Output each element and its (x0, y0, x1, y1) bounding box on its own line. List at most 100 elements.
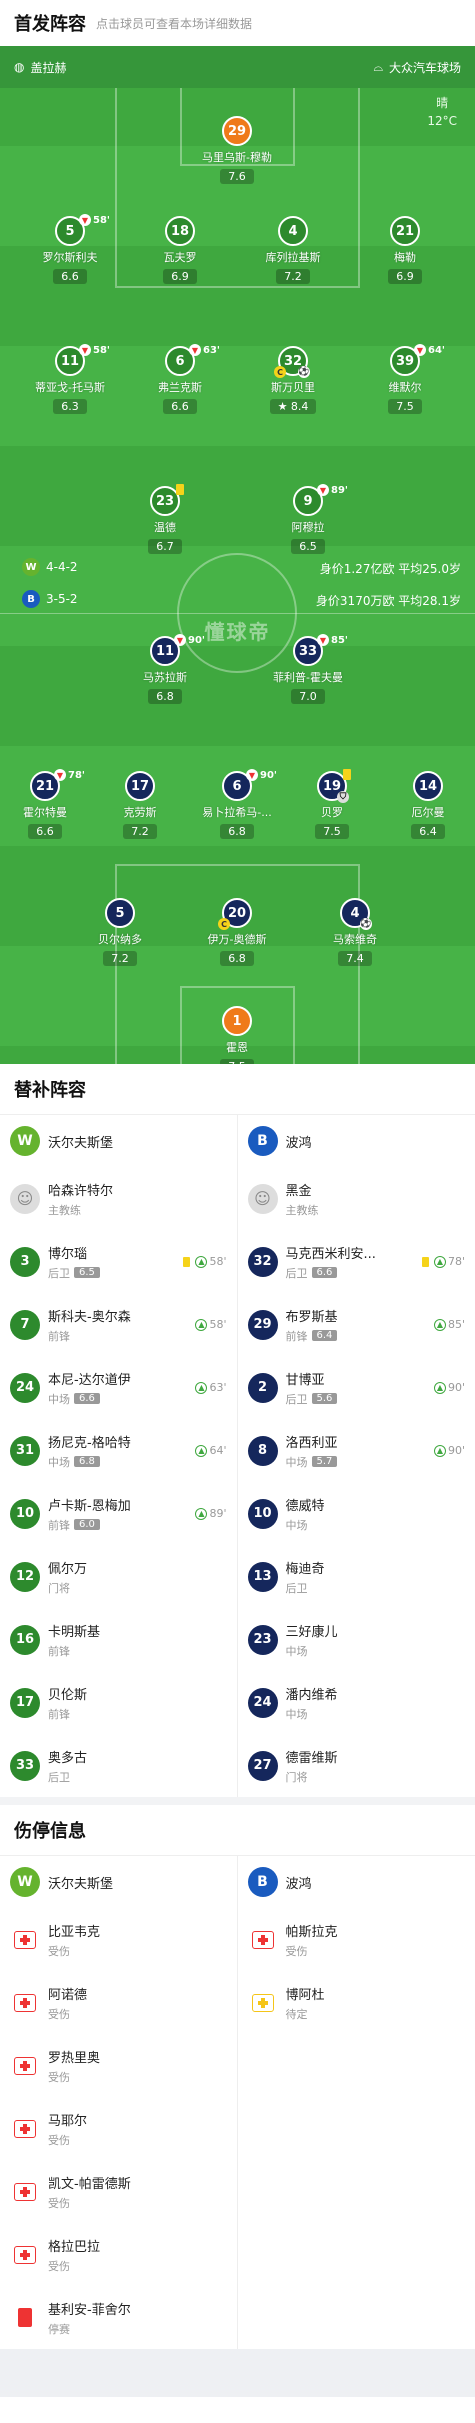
sub-player-row[interactable]: 24 本尼-达尔道伊 中场 6.6 ▲ 63' (10, 1356, 227, 1419)
player-rating: 5.6 (311, 1393, 338, 1404)
player-name: 德雷维斯 (285, 1750, 338, 1766)
sub-player-row[interactable]: 10 卢卡斯-恩梅加 前锋 6.0 ▲ 89' (10, 1482, 227, 1545)
player-position: 中场 (285, 1644, 308, 1658)
sub-player-row[interactable]: 27 德雷维斯 门将 (247, 1734, 466, 1797)
home-player[interactable]: 23 温德 6.7 (120, 484, 210, 554)
injury-row[interactable]: 博阿杜 待定 (248, 1971, 466, 2034)
injury-row[interactable]: 马耶尔 受伤 (10, 2097, 227, 2160)
injury-status: 受伤 (285, 1944, 308, 1958)
home-player[interactable]: 5 ▼ 58' 罗尔斯利夫 6.6 (25, 214, 115, 284)
injury-row[interactable]: 阿诺德 受伤 (10, 1971, 227, 2034)
injury-row[interactable]: 比亚韦克 受伤 (10, 1908, 227, 1971)
substitutes-section: 替补阵容 W 沃尔夫斯堡 ☺ 哈森许特尔 主教练 3 博尔瑙 后卫 6.5 ▲ 58' 7 斯科… (0, 1064, 475, 1797)
away-player[interactable]: 33 ▼ 85' 菲利普-霍夫曼 7.0 (263, 634, 353, 704)
home-injury-column: W 沃尔夫斯堡 比亚韦克 受伤 阿诺德 受伤 罗热里奥 受伤 马耶尔 受伤 凯文-帕雷德斯 受伤格… (0, 1856, 238, 2349)
player-name: 潘内维希 (285, 1687, 338, 1703)
away-player[interactable]: 5 贝尔纳多 7.2 (75, 898, 165, 966)
sub-player-row[interactable]: 32 马克西米利安... 后卫 6.6 ▲ 78' (247, 1230, 465, 1293)
player-position: 后卫 (285, 1266, 308, 1280)
player-name: 卢卡斯-恩梅加 (48, 1498, 131, 1514)
home-player[interactable]: 6 ▼ 63' 弗兰克斯 6.6 (135, 344, 225, 414)
sub-player-row[interactable]: 8 洛西利亚 中场 5.7 ▲ 90' (247, 1419, 465, 1482)
jersey-number: 33 (10, 1750, 40, 1781)
sub-player-row[interactable]: 16 卡明斯基 前锋 (10, 1608, 227, 1671)
player-rating: 7.5 (388, 399, 422, 414)
temperature: 12°C (427, 114, 457, 128)
sub-out-arrow-icon: ▼ (317, 484, 329, 496)
sub-out-indicator: ▼ 89' (317, 484, 348, 496)
sub-player-row[interactable]: 17 贝伦斯 前锋 (10, 1671, 227, 1734)
away-player[interactable]: 11 ▼ 90' 马苏拉斯 6.8 (120, 634, 210, 704)
yellow-card-icon (421, 1256, 429, 1267)
injury-row[interactable]: 格拉巴拉 受伤 (10, 2223, 227, 2286)
player-name: 库列拉基斯 (265, 251, 321, 264)
away-subs-column: B 波鸿 ☺ 黑金 主教练 32 马克西米利安... 后卫 6.6 ▲ 78' 29 布罗斯基前… (238, 1115, 475, 1797)
injury-row[interactable]: 罗热里奥 受伤 (10, 2034, 227, 2097)
home-player[interactable]: 4 库列拉基斯 7.2 (248, 216, 338, 284)
player-name: 卡明斯基 (48, 1624, 101, 1640)
injury-row[interactable]: 帕斯拉克 受伤 (248, 1908, 466, 1971)
player-position: 后卫 (285, 1392, 308, 1406)
sub-in-indicator: ▲ 78' (421, 1255, 465, 1268)
jersey-number: 2 (247, 1372, 278, 1403)
injury-row[interactable]: 基利安-菲舍尔 停赛 (10, 2286, 227, 2349)
wolfsburg-logo-icon: W (10, 1126, 40, 1156)
home-player[interactable]: 21 梅勒 6.9 (360, 216, 450, 284)
sub-player-row[interactable]: 3 博尔瑙 后卫 6.5 ▲ 58' (10, 1230, 227, 1293)
player-rating: 7.0 (291, 689, 325, 704)
sub-player-row[interactable]: 23 三好康儿 中场 (247, 1608, 466, 1671)
sub-player-row[interactable]: 10 德威特 中场 (247, 1482, 466, 1545)
sub-player-row[interactable]: 13 梅迪奇 后卫 (247, 1545, 466, 1608)
injury-row[interactable]: 凯文-帕雷德斯 受伤 (10, 2160, 227, 2223)
away-player[interactable]: 21 ▼ 78' 霍尔特曼 6.6 (0, 769, 90, 839)
sub-player-row[interactable]: 7 斯科夫-奥尔森 前锋 ▲ 58' (10, 1293, 227, 1356)
sub-player-row[interactable]: 12 佩尔万 门将 (10, 1545, 227, 1608)
player-name: 瓦夫罗 (163, 251, 197, 264)
away-player[interactable]: 4 ⚽ 马索维奇 7.4 (310, 898, 400, 966)
home-player[interactable]: 9 ▼ 89' 阿穆拉 6.5 (263, 484, 353, 554)
sub-player-row[interactable]: 31 扬尼克-格哈特 中场 6.8 ▲ 64' (10, 1419, 227, 1482)
away-player[interactable]: 1 霍恩 7.5 (192, 1006, 282, 1064)
section-subtitle: 点击球员可查看本场详细数据 (96, 16, 253, 31)
away-player[interactable]: 19 ⛉ 贝罗 7.5 (287, 769, 377, 839)
home-player[interactable]: 32 C ⚽ 斯万贝里 ★ 8.4 (248, 346, 338, 414)
player-rating: 6.3 (53, 399, 87, 414)
sub-out-arrow-icon: ▼ (414, 344, 426, 356)
player-name: 斯科夫-奥尔森 (48, 1309, 131, 1325)
away-injury-team[interactable]: B 波鸿 (247, 1856, 466, 1908)
injury-section: 伤停信息 W 沃尔夫斯堡 比亚韦克 受伤 阿诺德 受伤 罗热里奥 受伤 马耶尔 受伤 凯文-帕雷… (0, 1797, 475, 2349)
away-player[interactable]: 20 C 伊万-奥德斯 6.8 (192, 898, 282, 966)
home-subs-column: W 沃尔夫斯堡 ☺ 哈森许特尔 主教练 3 博尔瑙 后卫 6.5 ▲ 58' 7 斯科夫-奥尔森… (0, 1115, 238, 1797)
player-name: 易卜拉希马-... (202, 806, 272, 819)
sub-player-row[interactable]: 29 布罗斯基 前锋 6.4 ▲ 85' (247, 1293, 465, 1356)
player-name: 阿穆拉 (291, 521, 325, 534)
away-player[interactable]: 14 厄尔曼 6.4 (383, 771, 473, 839)
captain-badge: C (218, 918, 230, 930)
sub-player-row[interactable]: 24 潘内维希 中场 (247, 1671, 466, 1734)
captain-badge: C (274, 366, 286, 378)
sub-in-arrow-icon: ▲ (433, 1255, 446, 1268)
sub-player-row[interactable]: 33 奥多古 后卫 (10, 1734, 227, 1797)
injury-status: 受伤 (48, 2007, 70, 2021)
player-name: 帕斯拉克 (285, 1924, 338, 1940)
away-player[interactable]: 6 ▼ 90' 易卜拉希马-... 6.8 (192, 769, 282, 839)
away-subs-team[interactable]: B 波鸿 (247, 1115, 466, 1167)
sub-in-arrow-icon: ▲ (195, 1318, 208, 1331)
home-player[interactable]: 18 瓦夫罗 6.9 (135, 216, 225, 284)
home-injury-team[interactable]: W 沃尔夫斯堡 (10, 1856, 227, 1908)
home-player[interactable]: 29 马里乌斯-穆勒 7.6 (192, 116, 282, 184)
home-coach[interactable]: ☺ 哈森许特尔 主教练 (10, 1167, 227, 1230)
home-player[interactable]: 39 ▼ 64' 维默尔 7.5 (360, 344, 450, 414)
home-player[interactable]: 11 ▼ 58' 蒂亚戈-托马斯 6.3 (25, 344, 115, 414)
jersey-number: 12 (10, 1561, 40, 1592)
player-position: 后卫 (48, 1266, 70, 1280)
away-player[interactable]: 17 克劳斯 7.2 (95, 771, 185, 839)
home-subs-team[interactable]: W 沃尔夫斯堡 (10, 1115, 227, 1167)
jersey-number: 13 (247, 1561, 278, 1592)
away-coach[interactable]: ☺ 黑金 主教练 (247, 1167, 466, 1230)
player-name: 马索维奇 (333, 933, 377, 946)
jersey-number: 17 (10, 1687, 40, 1718)
venue-name: ⌓ 大众汽车球场 (373, 59, 461, 75)
sub-player-row[interactable]: 2 甘博亚 后卫 5.6 ▲ 90' (247, 1356, 465, 1419)
player-rating: 7.5 (220, 1059, 254, 1064)
